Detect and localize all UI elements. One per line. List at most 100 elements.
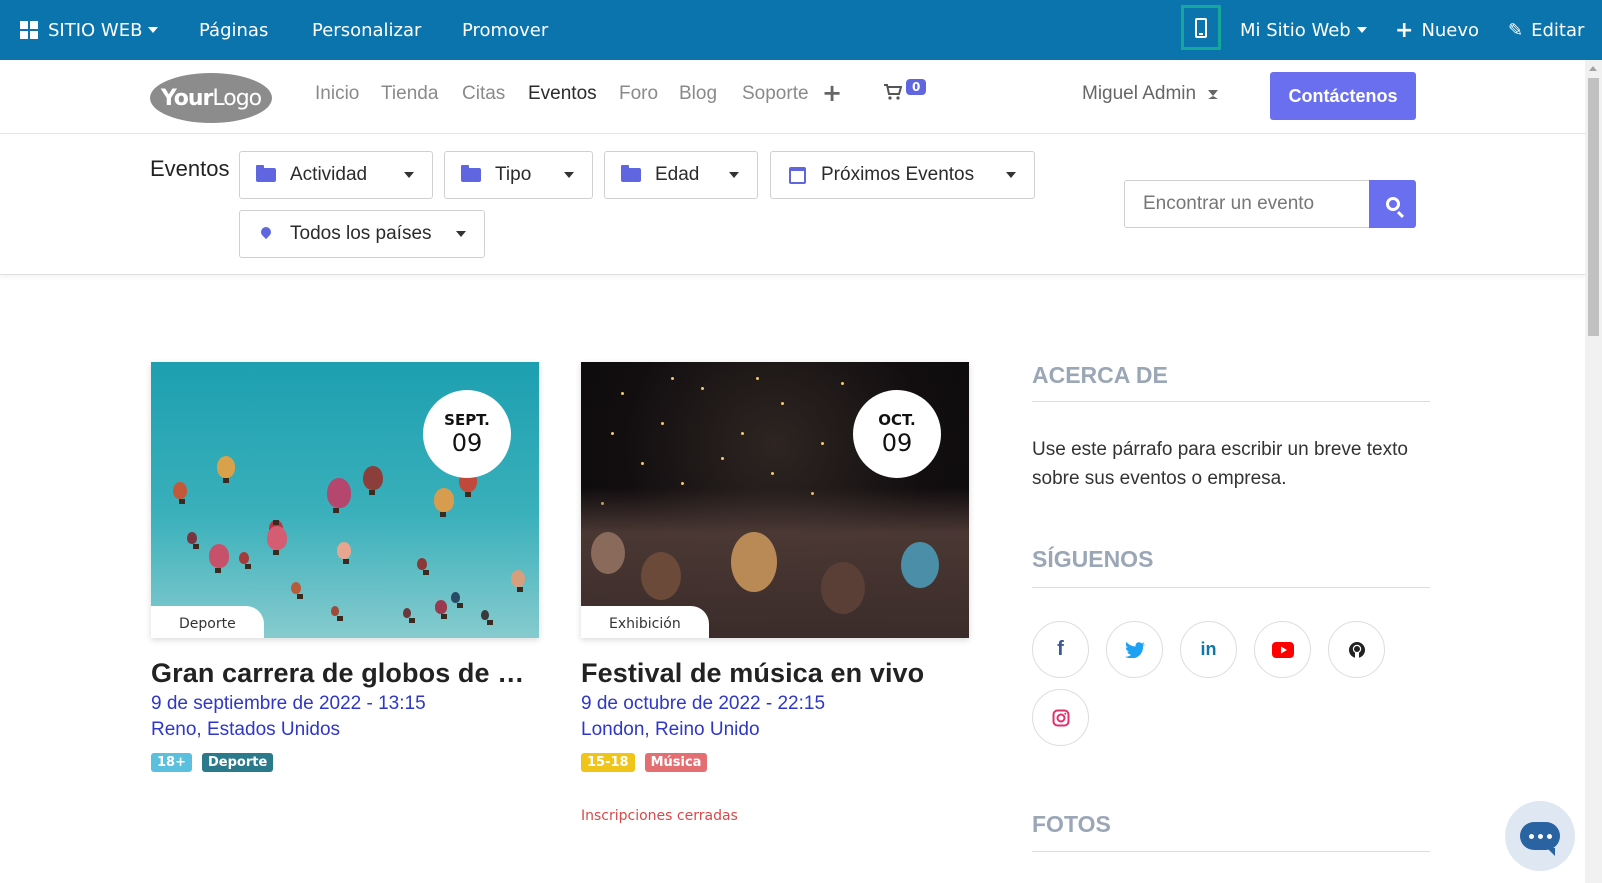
caret-down-icon bbox=[456, 231, 466, 237]
live-chat-button[interactable] bbox=[1505, 801, 1575, 871]
nav-eventos[interactable]: Eventos bbox=[528, 83, 597, 105]
caret-down-icon bbox=[1356, 27, 1367, 33]
shopping-cart-icon[interactable] bbox=[884, 84, 902, 100]
event-month: OCT. bbox=[878, 411, 916, 429]
admin-top-bar: SITIO WEB Páginas Personalizar Promover … bbox=[0, 0, 1602, 60]
balloon-shape bbox=[209, 544, 229, 573]
event-tag[interactable]: 15-18 bbox=[581, 753, 635, 772]
country-filter-label: Todos los países bbox=[290, 223, 432, 244]
caret-down-icon bbox=[1208, 89, 1219, 99]
linkedin-icon[interactable]: in bbox=[1180, 621, 1237, 678]
folder-icon bbox=[621, 165, 641, 182]
event-date: 9 de octubre de 2022 - 22:15 bbox=[581, 693, 826, 714]
github-icon[interactable] bbox=[1328, 621, 1385, 678]
map-pin-icon bbox=[256, 227, 276, 241]
website-apps-label: SITIO WEB bbox=[48, 19, 143, 41]
stage-light bbox=[671, 377, 674, 380]
event-tag[interactable]: 18+ bbox=[151, 753, 192, 772]
website-switcher-label: Mi Sitio Web bbox=[1240, 19, 1351, 41]
event-card[interactable]: SEPT. 09 Deporte Gran carrera de globos … bbox=[151, 362, 539, 772]
balloon-shape bbox=[434, 488, 454, 517]
instagram-icon[interactable] bbox=[1032, 689, 1089, 746]
promote-menu[interactable]: Promover bbox=[462, 0, 548, 60]
folder-icon bbox=[461, 165, 481, 182]
event-day: 09 bbox=[881, 429, 913, 457]
facebook-icon[interactable]: f bbox=[1032, 621, 1089, 678]
event-tag[interactable]: Deporte bbox=[201, 753, 274, 772]
event-tags: 18+ Deporte bbox=[151, 753, 539, 772]
add-menu-item-icon[interactable]: + bbox=[822, 79, 842, 107]
nav-blog[interactable]: Blog bbox=[679, 83, 717, 105]
event-search-input[interactable] bbox=[1124, 180, 1369, 228]
scroll-up-arrow-icon[interactable] bbox=[1589, 66, 1597, 71]
scrollbar-thumb[interactable] bbox=[1588, 78, 1599, 336]
calendar-icon bbox=[787, 166, 807, 184]
balloon-shape bbox=[451, 592, 463, 608]
type-filter-dropdown[interactable]: Tipo bbox=[444, 151, 593, 199]
event-month: SEPT. bbox=[444, 411, 490, 429]
event-title[interactable]: Gran carrera de globos de aire caliente bbox=[151, 658, 539, 689]
folder-icon bbox=[256, 165, 276, 182]
balloon-shape bbox=[363, 466, 383, 495]
event-card[interactable]: OCT. 09 Exhibición Festival de música en… bbox=[581, 362, 969, 824]
apps-grid-icon bbox=[20, 21, 38, 39]
nav-soporte[interactable]: Soporte bbox=[742, 83, 809, 105]
search-button[interactable] bbox=[1369, 180, 1416, 228]
nav-tienda[interactable]: Tienda bbox=[381, 83, 438, 105]
about-heading: ACERCA DE bbox=[1032, 362, 1168, 388]
twitter-icon[interactable] bbox=[1106, 621, 1163, 678]
date-filter-dropdown[interactable]: Próximos Eventos bbox=[770, 151, 1035, 199]
balloon-shape bbox=[187, 532, 199, 549]
event-location: London, Reino Unido bbox=[581, 719, 760, 740]
pages-menu[interactable]: Páginas bbox=[199, 0, 268, 60]
site-header: Your Logo Inicio Tienda Citas Eventos For… bbox=[0, 60, 1585, 134]
activity-filter-dropdown[interactable]: Actividad bbox=[239, 151, 433, 199]
balloon-shape bbox=[267, 526, 287, 555]
event-tag[interactable]: Música bbox=[644, 753, 708, 772]
divider bbox=[1032, 401, 1430, 402]
stage-light bbox=[821, 442, 824, 445]
mobile-phone-icon bbox=[1195, 17, 1207, 38]
event-day: 09 bbox=[451, 429, 483, 457]
contact-us-button[interactable]: Contáctenos bbox=[1270, 72, 1416, 120]
pencil-icon: ✎ bbox=[1508, 19, 1524, 41]
user-name: Miguel Admin bbox=[1082, 83, 1197, 104]
new-label: Nuevo bbox=[1421, 19, 1480, 41]
new-button[interactable]: + Nuevo bbox=[1395, 0, 1479, 60]
site-logo[interactable]: Your Logo bbox=[150, 73, 272, 123]
stage-light bbox=[701, 387, 704, 390]
nav-citas[interactable]: Citas bbox=[462, 83, 505, 105]
balloon-shape bbox=[403, 608, 415, 623]
logo-bold-text: Your bbox=[160, 85, 214, 111]
event-title[interactable]: Festival de música en vivo bbox=[581, 658, 969, 689]
age-filter-dropdown[interactable]: Edad bbox=[604, 151, 758, 199]
youtube-icon[interactable] bbox=[1254, 621, 1311, 678]
type-filter-label: Tipo bbox=[495, 164, 532, 185]
nav-foro[interactable]: Foro bbox=[619, 83, 658, 105]
balloon-shape bbox=[481, 610, 493, 625]
event-image-concert[interactable]: OCT. 09 Exhibición bbox=[581, 362, 969, 638]
user-menu[interactable]: Miguel Admin bbox=[1082, 83, 1219, 105]
website-apps-menu[interactable]: SITIO WEB bbox=[20, 0, 159, 60]
stage-light bbox=[611, 432, 614, 435]
event-location: Reno, Estados Unidos bbox=[151, 719, 341, 740]
event-date-badge: SEPT. 09 bbox=[423, 390, 511, 478]
cart-count-badge: 0 bbox=[906, 79, 927, 95]
balloon-shape bbox=[435, 600, 447, 619]
registration-closed-notice: Inscripciones cerradas bbox=[581, 808, 738, 824]
nav-inicio[interactable]: Inicio bbox=[315, 83, 359, 105]
mobile-preview-button[interactable] bbox=[1181, 5, 1221, 50]
stage-light bbox=[721, 457, 724, 460]
country-filter-dropdown[interactable]: Todos los países bbox=[239, 210, 485, 258]
event-image-balloons[interactable]: SEPT. 09 Deporte bbox=[151, 362, 539, 638]
stage-light bbox=[771, 472, 774, 475]
balloon-shape bbox=[217, 456, 235, 483]
balloon-shape bbox=[239, 552, 251, 569]
balloon-shape bbox=[337, 542, 351, 564]
stage-light bbox=[741, 432, 744, 435]
edit-button[interactable]: ✎ Editar bbox=[1508, 0, 1584, 60]
website-switcher[interactable]: Mi Sitio Web bbox=[1240, 0, 1367, 60]
balloon-shape bbox=[327, 478, 351, 513]
balloon-shape bbox=[331, 606, 343, 621]
customize-menu[interactable]: Personalizar bbox=[312, 0, 421, 60]
